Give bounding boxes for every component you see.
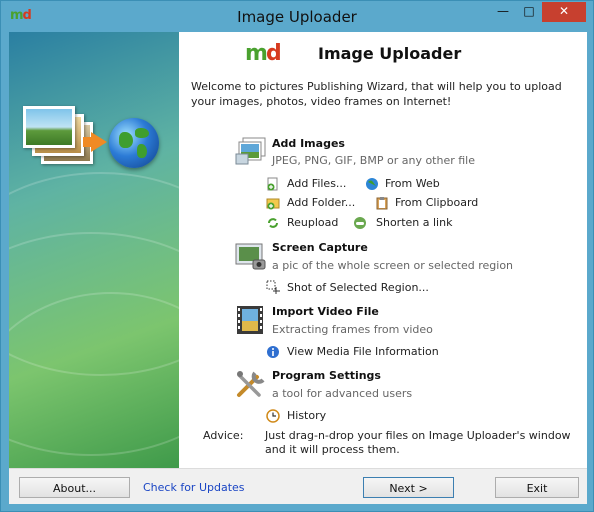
advice-label: Advice:: [203, 429, 244, 442]
md-logo: md: [245, 41, 282, 66]
import-video-title[interactable]: Import Video File: [272, 305, 379, 318]
history-link[interactable]: History: [287, 409, 326, 422]
arrow-head-icon: [91, 132, 107, 152]
shot-region-link[interactable]: Shot of Selected Region...: [287, 281, 429, 294]
add-images-desc: JPEG, PNG, GIF, BMP or any other file: [272, 154, 476, 167]
title-bar[interactable]: md Image Uploader — □ ✕: [1, 1, 593, 31]
from-clipboard-link[interactable]: From Clipboard: [395, 196, 478, 209]
shorten-link-icon: [354, 217, 366, 229]
globe-land: [135, 128, 149, 138]
history-clock-icon: [266, 409, 280, 423]
decorative-wave: [9, 292, 179, 468]
import-video-desc: Extracting frames from video: [272, 323, 433, 336]
photos-icon: [23, 106, 93, 164]
next-button[interactable]: Next >: [363, 477, 454, 498]
wizard-side-banner: [9, 32, 179, 468]
exit-button[interactable]: Exit: [495, 477, 579, 498]
clipboard-icon: [376, 197, 388, 210]
add-images-icon: [235, 137, 266, 165]
screen-capture-icon: [235, 243, 266, 270]
advice-text: Just drag-n-drop your files on Image Upl…: [265, 429, 571, 456]
button-bar: About... Check for Updates Next > Exit: [9, 468, 587, 504]
photo-frame: [23, 106, 75, 148]
web-globe-icon: [366, 178, 378, 190]
reupload-link[interactable]: Reupload: [287, 216, 338, 229]
add-file-icon: [267, 177, 278, 191]
media-info-link[interactable]: View Media File Information: [287, 345, 439, 358]
add-folder-icon: [266, 198, 280, 210]
program-settings-title[interactable]: Program Settings: [272, 369, 381, 382]
check-updates-link[interactable]: Check for Updates: [143, 481, 245, 494]
shorten-link[interactable]: Shorten a link: [376, 216, 452, 229]
about-button[interactable]: About...: [19, 477, 130, 498]
region-select-icon: [266, 280, 280, 294]
screen-capture-desc: a pic of the whole screen or selected re…: [272, 259, 514, 272]
add-files-link[interactable]: Add Files...: [287, 177, 346, 190]
page-title: Image Uploader: [318, 44, 462, 63]
add-images-title[interactable]: Add Images: [272, 137, 345, 150]
close-button[interactable]: ✕: [542, 2, 586, 22]
welcome-text: Welcome to pictures Publishing Wizard, t…: [191, 80, 562, 108]
wizard-main-panel: md Image Uploader Welcome to pictures Pu…: [179, 32, 587, 468]
screen-capture-title[interactable]: Screen Capture: [272, 241, 368, 254]
video-file-icon: [237, 306, 263, 334]
info-icon: [267, 346, 279, 358]
wizard-client-area: md Image Uploader Welcome to pictures Pu…: [9, 32, 587, 504]
app-window: md Image Uploader — □ ✕ md Image Uploade…: [0, 0, 594, 512]
reupload-icon: [268, 218, 278, 228]
from-web-link[interactable]: From Web: [385, 177, 440, 190]
globe-icon: [109, 118, 159, 168]
minimize-button[interactable]: —: [490, 2, 516, 22]
globe-land: [137, 144, 147, 158]
maximize-button[interactable]: □: [516, 2, 542, 22]
add-folder-link[interactable]: Add Folder...: [287, 196, 355, 209]
globe-land: [119, 132, 133, 148]
settings-tools-icon: [237, 371, 265, 397]
program-settings-desc: a tool for advanced users: [272, 387, 413, 400]
